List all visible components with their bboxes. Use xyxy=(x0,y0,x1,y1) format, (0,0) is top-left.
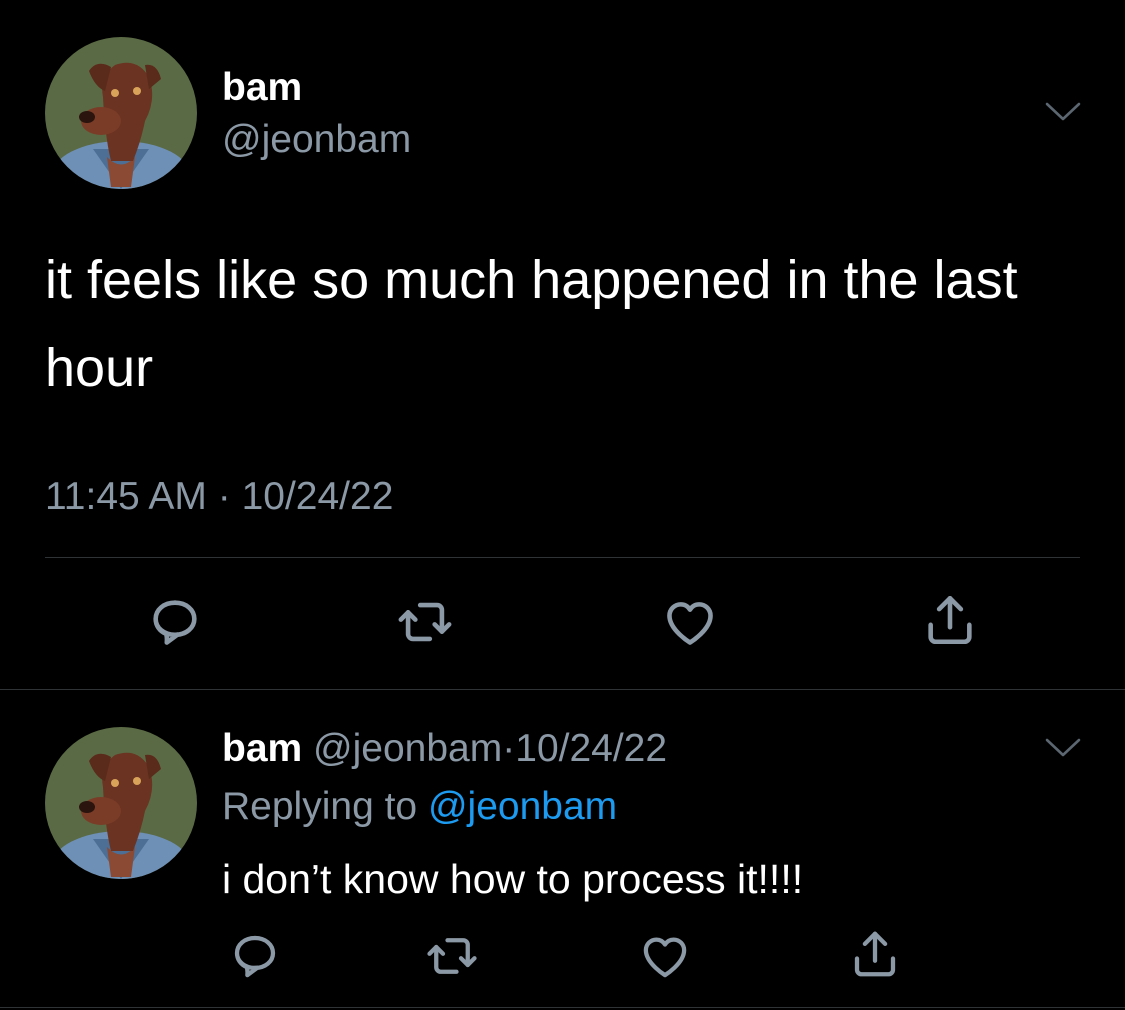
avatar[interactable] xyxy=(45,37,197,189)
tweet-date: 10/24/22 xyxy=(241,475,394,518)
like-icon xyxy=(661,593,719,651)
reply-button[interactable] xyxy=(225,926,285,986)
tweet-text: i don’t know how to process it!!!! xyxy=(222,856,804,902)
tweet-timestamp[interactable]: 11:45 AM · 10/24/22 xyxy=(45,474,393,520)
reply-icon xyxy=(228,929,282,983)
retweet-icon xyxy=(425,929,479,983)
retweet-icon xyxy=(396,593,454,651)
avatar[interactable] xyxy=(45,727,197,879)
tweet-time: 11:45 AM xyxy=(45,475,207,518)
share-button[interactable] xyxy=(845,924,905,984)
share-icon xyxy=(848,927,902,981)
share-button[interactable] xyxy=(920,590,980,650)
mention-link[interactable]: @jeonbam xyxy=(428,785,617,828)
main-tweet: bam @jeonbam it feels like so much happe… xyxy=(0,0,1125,690)
reply-header: bam @jeonbam·10/24/22 xyxy=(222,726,667,772)
author-name[interactable]: bam xyxy=(222,66,302,110)
retweet-button[interactable] xyxy=(395,592,455,652)
like-icon xyxy=(638,929,692,983)
share-icon xyxy=(921,591,979,649)
replying-to: Replying to @jeonbam xyxy=(222,784,617,830)
like-button[interactable] xyxy=(660,592,720,652)
tweet-text: it feels like so much happened in the la… xyxy=(45,250,1018,398)
divider xyxy=(0,689,1125,690)
reply-icon xyxy=(146,593,204,651)
author-name[interactable]: bam xyxy=(222,727,302,770)
author-handle[interactable]: @jeonbam xyxy=(222,118,411,162)
retweet-button[interactable] xyxy=(422,926,482,986)
meta-separator: · xyxy=(502,727,516,770)
chevron-down-icon[interactable] xyxy=(1043,736,1083,760)
tweet-date[interactable]: 10/24/22 xyxy=(515,727,667,770)
reply-button[interactable] xyxy=(145,592,205,652)
chevron-down-icon[interactable] xyxy=(1043,100,1083,124)
author-handle[interactable]: @jeonbam xyxy=(313,727,502,770)
dog-avatar-image xyxy=(45,727,197,879)
replying-prefix: Replying to xyxy=(222,785,418,828)
divider xyxy=(45,557,1080,558)
meta-separator: · xyxy=(217,475,231,518)
divider xyxy=(0,1007,1125,1008)
dog-avatar-image xyxy=(45,37,197,189)
like-button[interactable] xyxy=(635,926,695,986)
